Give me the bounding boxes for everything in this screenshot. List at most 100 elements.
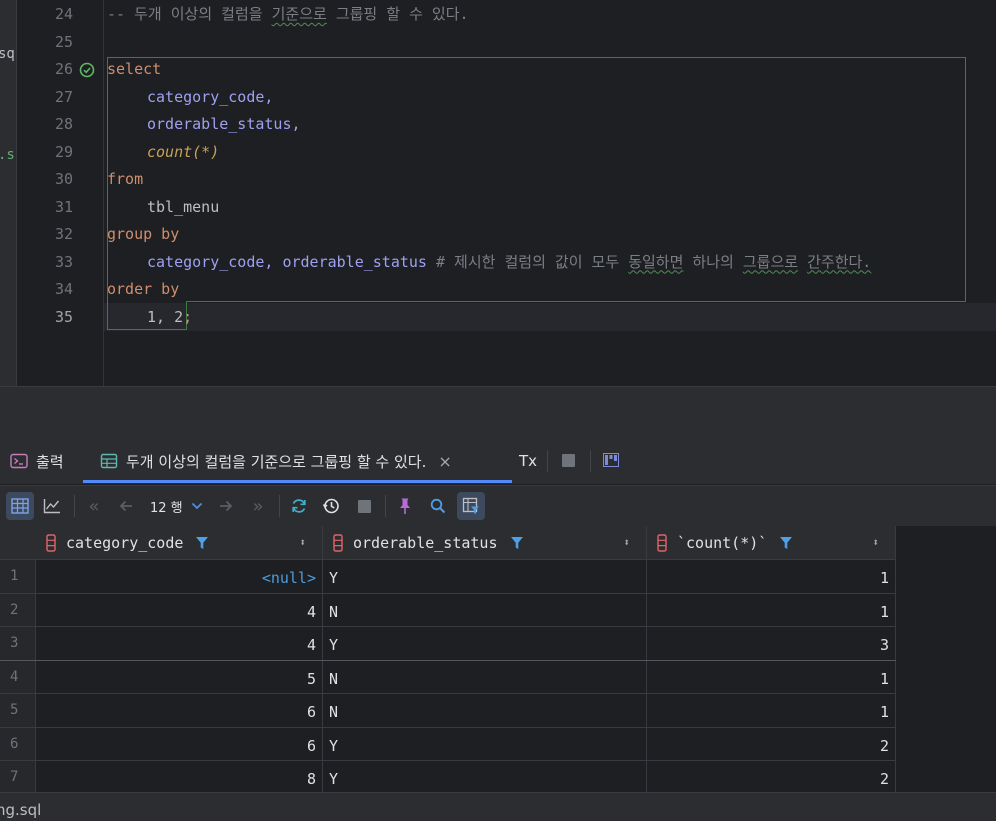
execution-success-check-icon[interactable] bbox=[79, 62, 95, 78]
cell-count[interactable]: 1 bbox=[647, 660, 896, 694]
cell-orderable-status[interactable]: N bbox=[323, 694, 647, 727]
stop-icon[interactable] bbox=[562, 454, 575, 467]
layout-icon[interactable] bbox=[603, 453, 619, 467]
line-number: 32 bbox=[54, 225, 73, 243]
bottom-file-strip: ng.sql bbox=[0, 792, 996, 821]
filter-icon[interactable] bbox=[779, 536, 793, 550]
table-row[interactable]: 7 8 Y 2 bbox=[0, 761, 896, 792]
filter-icon[interactable] bbox=[195, 536, 209, 550]
stop-icon[interactable] bbox=[350, 492, 378, 520]
table-row[interactable]: 4 5 N 1 bbox=[0, 660, 896, 694]
pin-icon[interactable] bbox=[391, 492, 419, 520]
code-keyword-group-by: group by bbox=[107, 225, 180, 243]
sql-editor[interactable]: sql .sc 24 25 26 27 28 29 30 31 32 33 34… bbox=[0, 0, 996, 386]
table-row[interactable]: 5 6 N 1 bbox=[0, 694, 896, 728]
code-area[interactable]: -- 두개 이상의 컬럼을 기준으로 그룹핑 할 수 있다. select ca… bbox=[107, 0, 996, 386]
filter-icon[interactable] bbox=[510, 536, 524, 550]
cell-orderable-status[interactable]: Y bbox=[323, 627, 647, 660]
search-icon[interactable] bbox=[424, 492, 452, 520]
code-order-line: 1, 2; bbox=[147, 304, 192, 332]
row-number: 2 bbox=[10, 601, 19, 618]
cell-orderable-status[interactable]: N bbox=[323, 660, 647, 694]
tab-query-result[interactable]: 두개 이상의 컬럼을 기준으로 그룹핑 할 수 있다. × bbox=[100, 438, 452, 484]
toolbar-separator bbox=[74, 495, 75, 517]
refresh-icon[interactable] bbox=[285, 492, 313, 520]
column-header-orderable-status[interactable]: orderable_status ⬍ bbox=[323, 526, 647, 559]
code-column: orderable_status, bbox=[147, 111, 301, 139]
code-keyword-select: select bbox=[107, 60, 162, 78]
close-icon[interactable]: × bbox=[438, 452, 451, 471]
page-size-label: 12 행 bbox=[150, 500, 183, 516]
file-name-fragment[interactable]: ng.sql bbox=[0, 801, 41, 819]
next-page-icon[interactable] bbox=[212, 492, 240, 520]
first-page-icon[interactable]: « bbox=[80, 492, 108, 520]
tab-result-label: 두개 이상의 컬럼을 기준으로 그룹핑 할 수 있다. bbox=[126, 452, 427, 471]
page-size-selector[interactable]: 12 행 bbox=[150, 492, 203, 520]
sort-icon[interactable]: ⬍ bbox=[623, 536, 630, 549]
cell-category-code[interactable]: 6 bbox=[36, 727, 323, 761]
table-row[interactable]: 2 4 N 1 bbox=[0, 593, 896, 627]
active-tab-indicator bbox=[83, 480, 512, 483]
code-comment: # 제시한 컬럼의 값이 모두 동일하면 하나의 그룹으로 간주한다. bbox=[436, 252, 872, 271]
panel-divider[interactable] bbox=[0, 386, 996, 439]
grid-empty-area bbox=[896, 526, 996, 792]
last-page-icon[interactable]: » bbox=[244, 492, 272, 520]
table-row[interactable]: 1 <null> Y 1 bbox=[0, 560, 896, 594]
table-view-icon[interactable] bbox=[6, 492, 34, 520]
tab-output-label: 출력 bbox=[36, 452, 64, 471]
cell-count[interactable]: 1 bbox=[647, 694, 896, 727]
file-name-fragment[interactable]: sql bbox=[0, 46, 16, 62]
services-tab-bar: 출력 두개 이상의 컬럼을 기준으로 그룹핑 할 수 있다. × Tx bbox=[0, 438, 996, 484]
code-column-name: category_code, bbox=[147, 252, 274, 271]
result-toolbar: « 12 행 » bbox=[0, 485, 996, 526]
chart-view-icon[interactable] bbox=[38, 492, 66, 520]
line-number: 33 bbox=[54, 252, 73, 271]
cell-count[interactable]: 3 bbox=[647, 627, 896, 660]
toolbar-separator bbox=[590, 450, 591, 472]
cell-count[interactable]: 1 bbox=[647, 560, 896, 593]
table-row[interactable]: 6 6 Y 2 bbox=[0, 727, 896, 761]
code-column-name: category_code, bbox=[147, 87, 274, 106]
history-icon[interactable] bbox=[317, 492, 345, 520]
cell-category-code[interactable]: 6 bbox=[36, 694, 323, 727]
column-header-label: category_code bbox=[66, 533, 184, 552]
transaction-mode-button[interactable]: Tx bbox=[519, 438, 537, 484]
result-grid[interactable]: category_code ⬍ orderable_status ⬍ `coun… bbox=[0, 526, 996, 792]
column-header-category-code[interactable]: category_code ⬍ bbox=[36, 526, 323, 559]
code-group-line: category_code, orderable_status # 제시한 컬럼… bbox=[147, 249, 871, 277]
line-number: 27 bbox=[54, 87, 73, 106]
cell-category-code[interactable]: 8 bbox=[36, 761, 323, 792]
cell-count[interactable]: 2 bbox=[647, 761, 896, 792]
cell-category-code[interactable]: 5 bbox=[36, 660, 323, 694]
cell-orderable-status[interactable]: Y bbox=[323, 727, 647, 761]
line-number: 24 bbox=[54, 5, 73, 23]
line-number: 28 bbox=[54, 115, 73, 133]
code-comment: -- 두개 이상의 컬럼을 기준으로 그룹핑 할 수 있다. bbox=[107, 5, 469, 23]
sort-icon[interactable]: ⬍ bbox=[299, 536, 306, 549]
file-name-fragment[interactable]: .sc bbox=[0, 147, 16, 163]
code-column-name: orderable_status bbox=[282, 252, 427, 271]
code-table-name: tbl_menu bbox=[147, 197, 220, 216]
table-icon bbox=[100, 453, 118, 469]
cell-category-code[interactable]: 4 bbox=[36, 627, 323, 660]
prev-page-icon[interactable] bbox=[112, 492, 140, 520]
sort-icon[interactable]: ⬍ bbox=[872, 536, 879, 549]
cell-orderable-status[interactable]: Y bbox=[323, 560, 647, 593]
cell-orderable-status[interactable]: Y bbox=[323, 761, 647, 792]
cell-category-code[interactable]: <null> bbox=[36, 560, 323, 593]
filter-icon[interactable] bbox=[457, 492, 485, 520]
chevron-down-icon bbox=[191, 502, 202, 510]
table-row[interactable]: 3 4 Y 3 bbox=[0, 627, 896, 661]
tab-output[interactable]: 출력 bbox=[10, 438, 64, 484]
code-column: category_code, bbox=[147, 84, 273, 112]
column-header-count[interactable]: `count(*)` ⬍ bbox=[647, 526, 896, 559]
line-number: 35 bbox=[54, 307, 73, 326]
cell-category-code[interactable]: 4 bbox=[36, 593, 323, 627]
cell-count[interactable]: 1 bbox=[647, 593, 896, 627]
cell-orderable-status[interactable]: N bbox=[323, 593, 647, 627]
project-panel-edge: sql .sc bbox=[0, 0, 17, 386]
row-number: 3 bbox=[10, 635, 19, 651]
code-keyword-order-by: order by bbox=[107, 280, 180, 298]
cell-count[interactable]: 2 bbox=[647, 727, 896, 761]
toolbar-separator bbox=[385, 495, 386, 517]
